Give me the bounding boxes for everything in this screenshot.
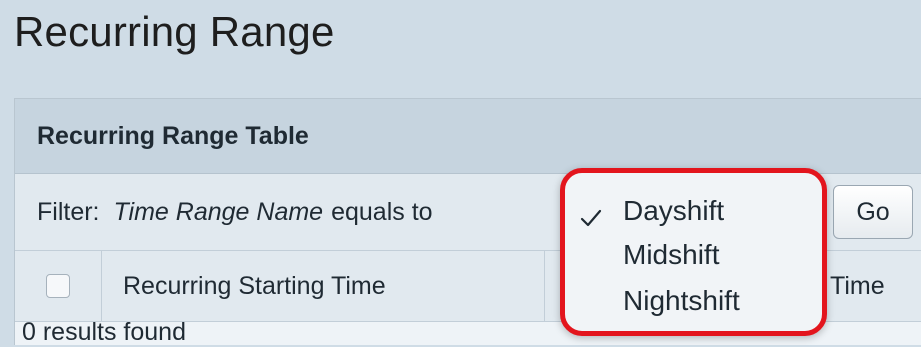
page-title: Recurring Range <box>14 8 335 55</box>
select-all-checkbox[interactable] <box>46 274 70 298</box>
results-count: 0 results found <box>22 318 186 346</box>
column-header-starting-time[interactable]: Recurring Starting Time <box>101 251 545 321</box>
panel-title: Recurring Range Table <box>15 99 921 174</box>
column-header-label: Recurring Starting Time <box>123 271 386 300</box>
dropdown-option-nightshift[interactable]: Nightshift <box>623 285 740 317</box>
time-range-name-dropdown[interactable]: Dayshift Midshift Nightshift <box>560 168 827 336</box>
column-header-label: Time <box>830 271 885 300</box>
select-all-cell <box>15 251 102 321</box>
dropdown-option-dayshift[interactable]: Dayshift <box>623 195 724 227</box>
dropdown-option-midshift[interactable]: Midshift <box>623 239 719 271</box>
filter-label: Filter: <box>37 197 100 226</box>
filter-field-name: Time Range Name <box>113 197 324 226</box>
filter-operator: equals to <box>331 197 433 226</box>
check-icon <box>580 209 602 227</box>
go-button[interactable]: Go <box>833 185 913 239</box>
